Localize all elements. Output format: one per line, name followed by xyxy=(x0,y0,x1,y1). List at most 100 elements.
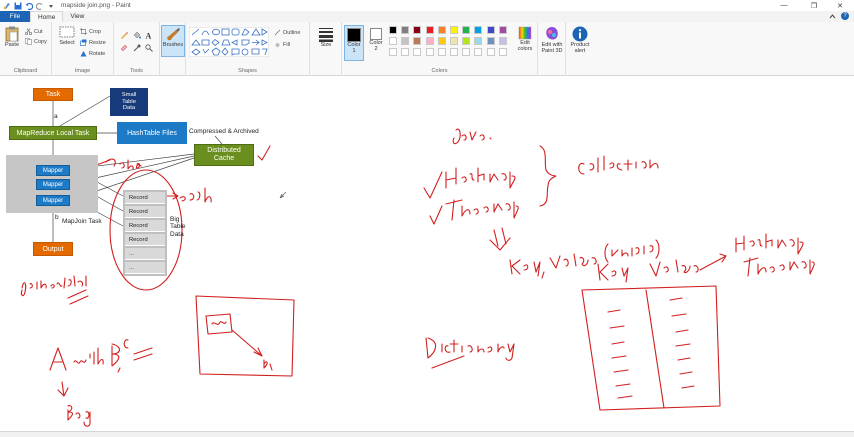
palette-swatch[interactable] xyxy=(425,26,434,34)
diagram-output-box: Output xyxy=(33,242,73,256)
brushes-button[interactable]: Brushes xyxy=(161,25,185,57)
size-button[interactable]: Size xyxy=(314,26,338,48)
diagram-record-2: Record xyxy=(125,206,165,218)
palette-swatch[interactable] xyxy=(462,48,471,56)
product-alert-button[interactable]: Product alert xyxy=(566,26,594,54)
tab-view[interactable]: View xyxy=(63,11,91,22)
customize-toolbar-icon[interactable] xyxy=(47,2,55,10)
palette-swatch[interactable] xyxy=(450,26,458,34)
maximize-button[interactable]: ❐ xyxy=(800,0,828,11)
pencil-icon[interactable] xyxy=(120,31,128,39)
palette-swatch[interactable] xyxy=(401,26,410,34)
palette-swatch[interactable] xyxy=(462,26,471,34)
palette-swatch[interactable] xyxy=(389,48,397,56)
palette-swatch[interactable] xyxy=(437,48,446,56)
window-title: mapside join.png - Paint xyxy=(61,2,131,9)
resize-icon xyxy=(80,39,87,46)
palette-swatch[interactable] xyxy=(498,48,507,56)
palette-swatch[interactable] xyxy=(450,48,458,56)
canvas-workspace[interactable]: Task Small Table Data a MapReduce Local … xyxy=(0,76,854,434)
ink-word-unique xyxy=(604,239,660,263)
ink-table-divider xyxy=(645,289,665,409)
color2-swatch xyxy=(370,28,382,40)
copy-label: Copy xyxy=(34,38,47,45)
palette-swatch[interactable] xyxy=(413,48,422,56)
palette-swatch[interactable] xyxy=(425,48,434,56)
palette-swatch[interactable] xyxy=(413,26,422,34)
diagram-record-stack: Record Record Record Record ... ... xyxy=(123,190,167,276)
title-bar: mapside join.png - Paint — ❐ ✕ xyxy=(0,0,854,11)
magnifier-icon[interactable] xyxy=(145,44,153,52)
ink-label-b1 xyxy=(263,359,273,371)
outline-icon xyxy=(274,29,281,36)
copy-button[interactable]: Copy xyxy=(25,38,47,45)
palette-swatch[interactable] xyxy=(498,37,507,45)
paste-button[interactable]: Paste xyxy=(3,26,21,48)
ink-double-arrow xyxy=(489,227,511,251)
palette-swatch[interactable] xyxy=(389,37,397,45)
color-picker-icon[interactable] xyxy=(133,44,141,52)
help-icon[interactable]: ? xyxy=(841,12,849,20)
hashtable-to-cache-line xyxy=(214,135,223,145)
palette-swatch[interactable] xyxy=(474,37,483,45)
tab-file[interactable]: File xyxy=(0,11,30,22)
big-table-line3: Data xyxy=(170,230,184,238)
palette-swatch[interactable] xyxy=(401,48,410,56)
save-icon[interactable] xyxy=(14,2,22,10)
palette-swatch[interactable] xyxy=(486,48,495,56)
minimize-button[interactable]: — xyxy=(770,0,798,11)
color2-button[interactable]: Color 2 xyxy=(366,25,386,61)
palette-swatch[interactable] xyxy=(474,48,483,56)
ink-word-value xyxy=(549,253,597,269)
palette-swatch[interactable] xyxy=(425,37,434,45)
palette-swatch[interactable] xyxy=(413,37,422,45)
select-button[interactable]: Select xyxy=(56,26,78,46)
ink-box xyxy=(195,295,295,377)
shapes-gallery[interactable] xyxy=(189,27,269,57)
diagram-mapper-1: Mapper xyxy=(36,165,70,176)
palette-swatch[interactable] xyxy=(486,26,495,34)
ink-check-hashmap xyxy=(423,171,443,199)
crop-icon xyxy=(80,28,87,35)
rotate-button[interactable]: Rotate xyxy=(80,50,105,57)
colors-group: Color 1 Color 2 Edit colors Colors xyxy=(342,22,538,76)
palette-swatch[interactable] xyxy=(462,37,471,45)
cut-button[interactable]: Cut xyxy=(25,28,43,35)
ink-word-key xyxy=(509,259,545,279)
resize-label: Resize xyxy=(89,39,106,46)
palette-swatch[interactable] xyxy=(498,26,507,34)
tab-home[interactable]: Home xyxy=(30,11,64,22)
palette-swatch[interactable] xyxy=(474,26,483,34)
clipboard-icon xyxy=(5,26,19,42)
fill-dropdown[interactable]: Fill xyxy=(274,41,290,48)
crop-button[interactable]: Crop xyxy=(80,28,101,35)
color1-button[interactable]: Color 1 xyxy=(344,25,364,61)
palette-swatch[interactable] xyxy=(450,37,458,45)
ink-table-outline xyxy=(581,285,721,411)
diagram-mapper-2: Mapper xyxy=(36,179,70,190)
diagram-mapper-area: Mapper Mapper Mapper xyxy=(6,155,98,213)
eraser-icon[interactable] xyxy=(120,44,128,52)
palette-swatch[interactable] xyxy=(389,26,397,34)
collapse-ribbon-icon[interactable] xyxy=(829,13,836,20)
palette-swatch[interactable] xyxy=(437,37,446,45)
ink-table-right-dashes xyxy=(669,297,695,389)
resize-button[interactable]: Resize xyxy=(80,39,106,46)
fill-bucket-icon[interactable] xyxy=(133,31,141,39)
outline-dropdown[interactable]: Outline xyxy=(274,29,300,36)
diagram-record-3: Record xyxy=(125,220,165,232)
diagram-compressed-archived-label: Compressed & Archived xyxy=(189,128,259,135)
undo-icon[interactable] xyxy=(25,2,33,10)
edit-colors-button[interactable]: Edit colors xyxy=(514,26,536,52)
edit-with-paint3d-button[interactable]: Edit with Paint 3D xyxy=(538,26,566,54)
clipboard-group-label: Clipboard xyxy=(13,68,38,74)
palette-swatch[interactable] xyxy=(401,37,410,45)
ink-checkmark xyxy=(257,145,271,161)
color1-swatch xyxy=(347,28,361,42)
color1-label-line2: 1 xyxy=(352,48,356,54)
palette-swatch[interactable] xyxy=(437,26,446,34)
palette-swatch[interactable] xyxy=(486,37,495,45)
redo-icon[interactable] xyxy=(36,2,44,10)
text-tool-icon[interactable]: A xyxy=(145,31,153,40)
close-button[interactable]: ✕ xyxy=(826,0,854,11)
